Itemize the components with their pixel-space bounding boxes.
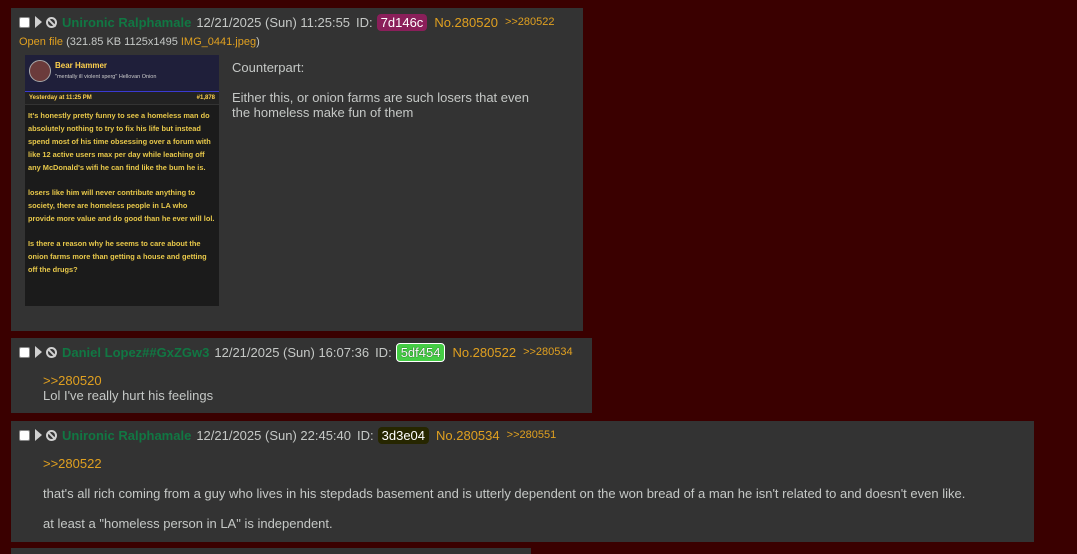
backlink[interactable]: >>280522 (505, 16, 555, 28)
post-280522: Daniel Lopez##GxZGw3 12/21/2025 (Sun) 16… (11, 338, 592, 413)
post-text-line: Counterpart: (232, 60, 305, 75)
expand-arrow-icon[interactable] (35, 346, 42, 358)
screenshot-paragraph: It's honestly pretty funny to see a home… (28, 111, 211, 172)
screenshot-username: Bear Hammer (55, 61, 108, 70)
expand-arrow-icon[interactable] (35, 429, 42, 441)
hide-post-icon[interactable] (46, 16, 57, 28)
post-image-thumbnail[interactable]: Bear Hammer "mentally ill violent sperg"… (25, 55, 219, 306)
post-header: Unironic Ralphamale 12/21/2025 (Sun) 11:… (19, 13, 555, 31)
post-280534: Unironic Ralphamale 12/21/2025 (Sun) 22:… (11, 421, 1034, 542)
file-meta: (321.85 KB 1125x1495 (63, 36, 181, 48)
post-280520: Unironic Ralphamale 12/21/2025 (Sun) 11:… (11, 8, 583, 331)
post-datetime: 12/21/2025 (Sun) 11:25:55 (196, 14, 351, 30)
screenshot-user-bar: Bear Hammer "mentally ill violent sperg"… (25, 55, 219, 92)
file-name-link[interactable]: IMG_0441.jpeg (181, 36, 256, 48)
post-datetime: 12/21/2025 (Sun) 16:07:36 (214, 344, 370, 360)
post-header: Unironic Ralphamale 12/21/2025 (Sun) 22:… (19, 426, 556, 444)
file-info: Open file (321.85 KB 1125x1495 IMG_0441.… (19, 36, 260, 48)
open-file-link[interactable]: Open file (19, 36, 63, 48)
screenshot-post-time: Yesterday at 11:25 PM (29, 95, 92, 101)
post-partial-next (11, 548, 531, 554)
post-number-link[interactable]: No.280534 (436, 428, 500, 443)
select-checkbox[interactable] (19, 346, 30, 358)
id-label: ID: (375, 344, 392, 360)
screenshot-paragraph: losers like him will never contribute an… (28, 188, 215, 223)
screenshot-user-title: "mentally ill violent sperg" Hellovan On… (55, 74, 157, 80)
post-text-line: that's all rich coming from a guy who li… (43, 486, 966, 501)
poster-name: Daniel Lopez##GxZGw3 (62, 344, 210, 360)
poster-id-badge[interactable]: 7d146c (376, 13, 428, 31)
backlink[interactable]: >>280551 (507, 429, 557, 441)
poster-id-badge[interactable]: 3d3e04 (377, 426, 430, 444)
quote-link[interactable]: >>280520 (43, 373, 102, 388)
post-text-line: at least a "homeless person in LA" is in… (43, 516, 333, 531)
post-number-link[interactable]: No.280522 (452, 345, 516, 360)
avatar (29, 60, 51, 82)
post-header: Daniel Lopez##GxZGw3 12/21/2025 (Sun) 16… (19, 342, 573, 362)
post-datetime: 12/21/2025 (Sun) 22:45:40 (196, 427, 351, 443)
id-label: ID: (356, 14, 373, 30)
file-meta-close: ) (256, 36, 260, 48)
post-text-line: the homeless make fun of them (232, 105, 414, 120)
screenshot-post-num: #1,878 (196, 95, 215, 101)
select-checkbox[interactable] (19, 429, 30, 441)
id-label: ID: (357, 427, 374, 443)
backlink[interactable]: >>280534 (523, 346, 573, 358)
post-text-line: Lol I've really hurt his feelings (43, 388, 214, 403)
poster-name: Unironic Ralphamale (62, 14, 192, 30)
quote-link[interactable]: >>280522 (43, 456, 102, 471)
hide-post-icon[interactable] (46, 429, 57, 441)
screenshot-body: It's honestly pretty funny to see a home… (25, 105, 219, 276)
post-text-line: Either this, or onion farms are such los… (232, 90, 529, 105)
expand-arrow-icon[interactable] (35, 16, 42, 28)
screenshot-meta-bar: Yesterday at 11:25 PM #1,878 (25, 92, 219, 105)
hide-post-icon[interactable] (46, 346, 57, 358)
poster-id-badge[interactable]: 5df454 (395, 342, 446, 362)
poster-name: Unironic Ralphamale (62, 427, 192, 443)
select-checkbox[interactable] (19, 16, 30, 28)
post-number-link[interactable]: No.280520 (434, 15, 498, 30)
screenshot-paragraph: Is there a reason why he seems to care a… (28, 239, 207, 274)
